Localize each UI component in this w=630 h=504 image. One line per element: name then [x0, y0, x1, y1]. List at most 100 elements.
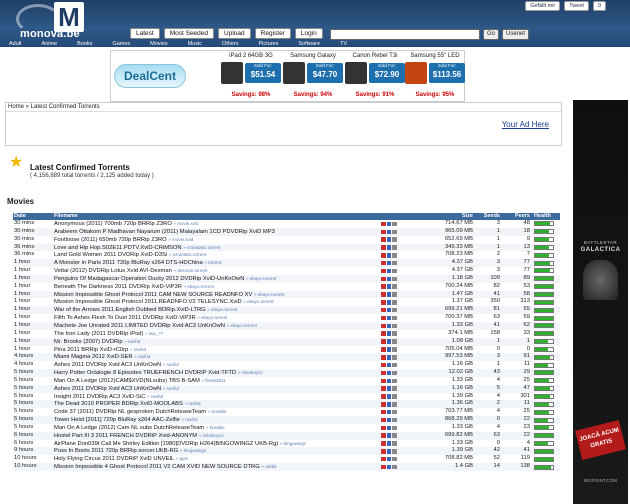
- row-filename[interactable]: Arabeem Ottakom P Madhavan Nayarum (2011…: [54, 229, 275, 235]
- table-row[interactable]: 6 hours Hostel Part III 3 2011 FRENCH DVD…: [13, 431, 560, 440]
- deal-item[interactable]: Canon Rebel T3i Sold For: $72.90 Savings:…: [343, 53, 407, 101]
- row-filename-link[interactable]: War of the Arrows 2011.English Dubbed BD…: [54, 306, 381, 314]
- download-icon[interactable]: [381, 268, 386, 274]
- download-icon[interactable]: [381, 425, 386, 431]
- download-icon[interactable]: [381, 362, 386, 368]
- deals-banner[interactable]: DealCent iPad 2 64GB 3G Sold For: $51.54 …: [110, 50, 465, 102]
- row-uploader[interactable]: » ravihd: [124, 339, 140, 344]
- info-icon[interactable]: [392, 237, 397, 242]
- header-health[interactable]: Health: [534, 213, 560, 220]
- row-filename[interactable]: Mission Impossible Ghost Protocol 2011 C…: [54, 292, 252, 298]
- download-icon[interactable]: [381, 433, 386, 438]
- info-icon[interactable]: [392, 355, 397, 360]
- row-uploader[interactable]: » desman.torrent: [173, 268, 207, 273]
- site-logo[interactable]: M monova.be: [8, 2, 84, 40]
- category-others[interactable]: Others: [213, 40, 250, 48]
- row-uploader[interactable]: » ezrastatic.torrent: [183, 245, 220, 250]
- row-filename[interactable]: Miami Magma 2012 XviD-SER: [54, 354, 133, 360]
- category-pictures[interactable]: Pictures: [249, 40, 289, 48]
- breadcrumb[interactable]: Home » Latest Confirmed Torrents: [6, 103, 561, 112]
- row-filename[interactable]: Man On A Ledge (2012)CAM$XVD(NLsubs) TBS…: [54, 378, 200, 384]
- header-seeds[interactable]: Seeds: [476, 213, 503, 220]
- info-icon[interactable]: [392, 433, 397, 438]
- download-icon[interactable]: [381, 402, 386, 407]
- nav-upload-button[interactable]: Upload: [218, 28, 251, 39]
- magnet-icon[interactable]: [386, 237, 391, 242]
- row-uploader[interactable]: » iwa_??: [145, 331, 163, 336]
- download-icon[interactable]: [381, 300, 386, 305]
- row-filename-link[interactable]: Miami Magma 2012 XviD-SER » ravihd: [54, 353, 381, 361]
- row-filename-link[interactable]: Anonymous (2011) 700mb 720p BRRip Z3RO »…: [54, 220, 381, 228]
- info-icon[interactable]: [392, 409, 397, 415]
- table-row[interactable]: 4 hours Miami Magma 2012 XviD-SER » ravih…: [13, 353, 560, 362]
- download-icon[interactable]: [381, 417, 386, 423]
- row-filename[interactable]: Harry Potter Octalogie 8 Episodes TRUEFR…: [54, 370, 236, 376]
- header-size[interactable]: Size: [441, 213, 476, 220]
- row-uploader[interactable]: » ravihd: [185, 401, 201, 406]
- row-filename-link[interactable]: Mission Impossible Ghost Protocol 2011 C…: [54, 291, 381, 299]
- info-icon[interactable]: [392, 417, 397, 423]
- table-row[interactable]: 36 mins Land Gold Women 2011 DVDRip XviD-…: [13, 251, 560, 259]
- magnet-icon[interactable]: [386, 339, 391, 344]
- download-icon[interactable]: [381, 370, 386, 376]
- category-software[interactable]: Software: [289, 40, 331, 48]
- row-uploader[interactable]: » movie.xvid: [173, 221, 198, 226]
- row-filename[interactable]: A Monster in Paris 2011 720p BluRay x264…: [54, 260, 203, 266]
- magnet-icon[interactable]: [386, 417, 391, 423]
- row-filename[interactable]: Pina 2011 BRRip XviD-rC0rp: [54, 347, 128, 353]
- row-uploader[interactable]: » ravihd: [163, 386, 179, 391]
- row-filename[interactable]: AirPlane Don039t Call Me Shirley Edition…: [54, 441, 278, 447]
- row-filename[interactable]: Beneath The Darkness 2011 DVDRip XviD-Vi…: [54, 284, 182, 290]
- table-row[interactable]: 6 hours AirPlane Don039t Call Me Shirley …: [13, 440, 560, 448]
- table-row[interactable]: 5 hours Harry Potter Octalogie 8 Episodes…: [13, 369, 560, 377]
- row-filename-link[interactable]: Ashes 2011 DVDRip Xvid AC3 UnKnOwN » rav…: [54, 385, 381, 393]
- magnet-icon[interactable]: [386, 307, 391, 313]
- ad-play-button[interactable]: JOACĂ ACUM GRATIS: [575, 420, 626, 460]
- info-icon[interactable]: [392, 464, 397, 470]
- magnet-icon[interactable]: [386, 284, 391, 289]
- table-row[interactable]: 5 hours The Dead 2010 PROPER BDRip XviD-M…: [13, 400, 560, 409]
- row-uploader[interactable]: » ebayo.torrent: [184, 284, 214, 289]
- row-filename[interactable]: Filth To Ashes Flesh To Dust 2011 DVDRip…: [54, 315, 196, 321]
- download-icon[interactable]: [381, 339, 386, 344]
- search-go-button[interactable]: Go: [483, 29, 500, 40]
- magnet-icon[interactable]: [386, 292, 391, 297]
- deal-item[interactable]: iPad 2 64GB 3G Sold For: $51.54 Savings: …: [219, 53, 283, 101]
- download-icon[interactable]: [381, 323, 386, 329]
- category-books[interactable]: Books: [68, 40, 103, 48]
- row-filename-link[interactable]: Footloose (2011) 650mb 720p BRRip Z3RO »…: [54, 236, 381, 244]
- table-row[interactable]: 36 mins Love and Hip Hop.S02E11.PDTV.XviD…: [13, 243, 560, 252]
- download-icon[interactable]: [381, 229, 386, 235]
- row-uploader[interactable]: » ebayo.torrent: [207, 307, 237, 312]
- magnet-icon[interactable]: [386, 402, 391, 407]
- row-uploader[interactable]: » ravihd: [134, 354, 150, 359]
- facebook-like-button[interactable]: Gefällt mir: [525, 1, 561, 11]
- info-icon[interactable]: [392, 229, 397, 235]
- category-anime[interactable]: Anime: [33, 40, 69, 48]
- row-filename[interactable]: Puss In Boots 2011 720p BRRip.sorcer.UKB…: [54, 448, 178, 454]
- info-icon[interactable]: [392, 394, 397, 399]
- deal-item[interactable]: Samsung 55" LED Sold For: $113.56 Savings…: [403, 53, 467, 101]
- table-row[interactable]: 5 hours Ashes 2011 DVDRip Xvid AC3 UnKnOw…: [13, 384, 560, 393]
- info-icon[interactable]: [392, 386, 397, 391]
- row-filename[interactable]: The Iron Lady (2011 DVDRip iPod): [54, 331, 143, 337]
- row-filename-link[interactable]: Holy Flying Circus 2011 DVDRiP XviD UNVE…: [54, 455, 381, 463]
- tweet-button[interactable]: Tweet: [564, 1, 589, 11]
- row-uploader[interactable]: » bingowingz: [280, 441, 306, 446]
- download-icon[interactable]: [381, 394, 386, 399]
- row-uploader[interactable]: » fireball911: [201, 378, 225, 383]
- info-icon[interactable]: [392, 331, 397, 336]
- row-filename-link[interactable]: Beneath The Darkness 2011 DVDRip XviD-Vi…: [54, 283, 381, 291]
- info-icon[interactable]: [392, 441, 397, 446]
- magnet-icon[interactable]: [386, 245, 391, 250]
- row-filename-link[interactable]: Harry Potter Octalogie 8 Episodes TRUEFR…: [54, 369, 381, 377]
- row-filename-link[interactable]: Land Gold Women 2011 DVDRip XviD-D3Si » …: [54, 251, 381, 259]
- row-filename-link[interactable]: Puss In Boots 2011 720p BRRip.sorcer.UKB…: [54, 447, 381, 455]
- download-icon[interactable]: [381, 386, 386, 391]
- row-filename-link[interactable]: Ashes 2011 DVDRip Xvid AC3 UnKnOwN » rav…: [54, 361, 381, 369]
- download-icon[interactable]: [381, 378, 386, 384]
- row-filename[interactable]: Man On A Ledge (2012) Cam NL subs DutchR…: [54, 425, 204, 431]
- info-icon[interactable]: [392, 268, 397, 274]
- row-filename-link[interactable]: A Monster in Paris 2011 720p BluRay x264…: [54, 259, 381, 267]
- row-uploader[interactable]: » ravihd: [163, 362, 179, 367]
